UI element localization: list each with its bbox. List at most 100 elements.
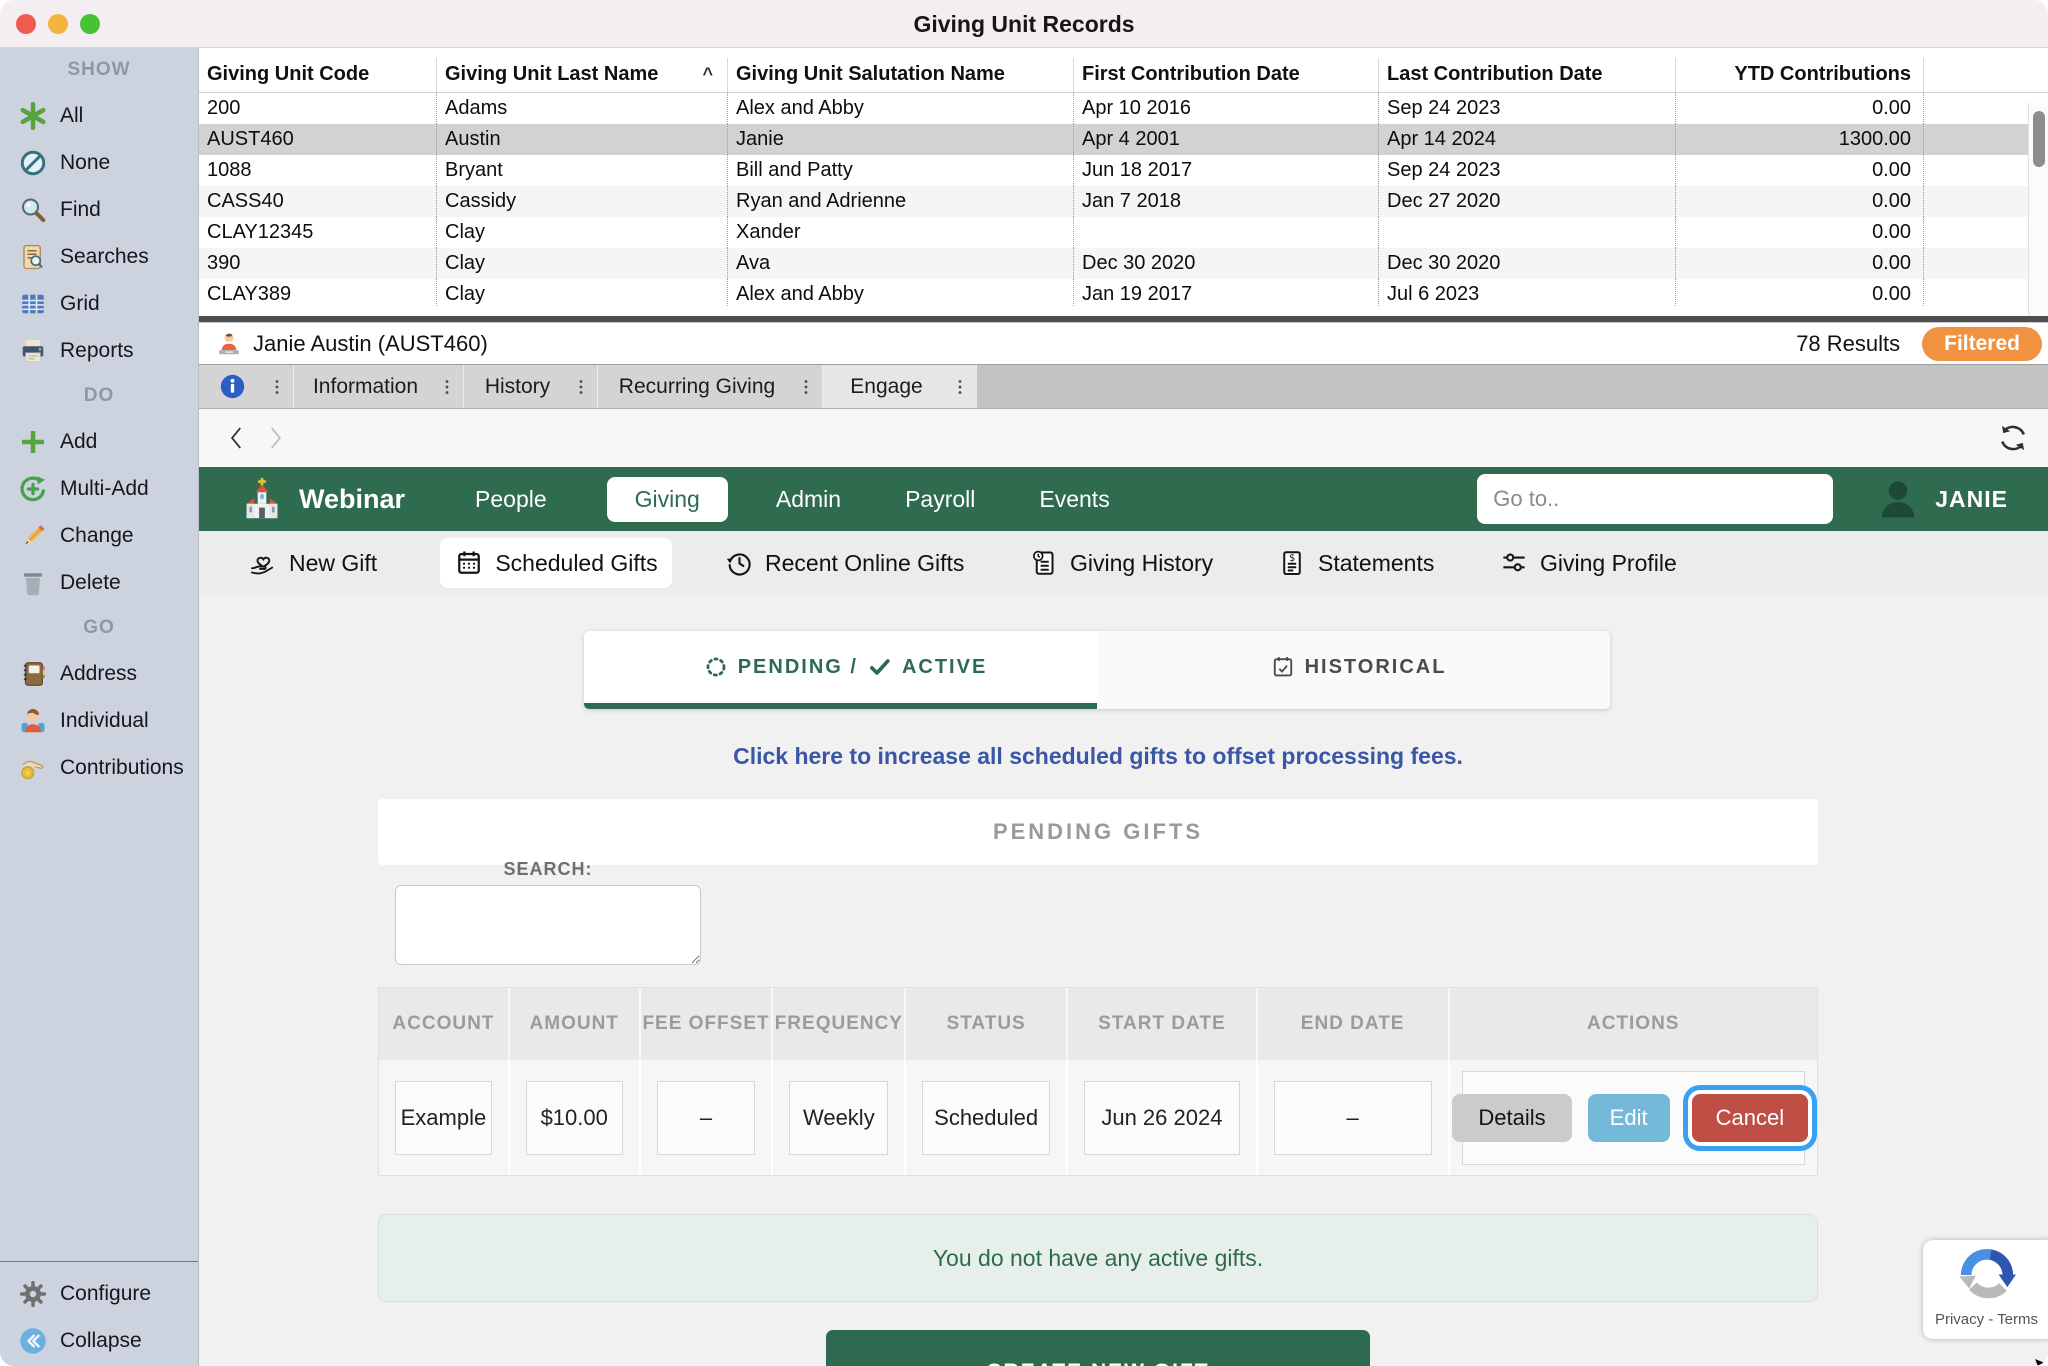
gift-status: Scheduled bbox=[922, 1081, 1050, 1155]
nav-item-admin[interactable]: Admin bbox=[772, 477, 845, 522]
search-input[interactable] bbox=[395, 885, 701, 965]
nav-item-people[interactable]: People bbox=[471, 477, 551, 522]
address-book-icon bbox=[18, 659, 48, 689]
sidebar-item-multi-add[interactable]: Multi-Add bbox=[0, 465, 198, 512]
plus-icon bbox=[18, 427, 48, 457]
tab-pending-active[interactable]: PENDING / ACTIVE bbox=[584, 631, 1097, 709]
sidebar: SHOW All None Find Searches Grid Reports… bbox=[0, 48, 199, 1366]
sidebar-item-delete[interactable]: Delete bbox=[0, 559, 198, 606]
goto-input[interactable] bbox=[1477, 474, 1833, 524]
table-row[interactable]: 390ClayAvaDec 30 2020Dec 30 20200.00 bbox=[199, 248, 2048, 279]
scrollbar-thumb[interactable] bbox=[2033, 111, 2045, 167]
column-header-fee-offset: FEE OFFSET bbox=[641, 988, 774, 1060]
tab-historical[interactable]: HISTORICAL bbox=[1097, 631, 1610, 709]
create-new-gift-button[interactable]: CREATE NEW GIFT bbox=[826, 1330, 1370, 1366]
subnav-scheduled-gifts[interactable]: Scheduled Gifts bbox=[440, 538, 672, 588]
subnav-recent-online-gifts[interactable]: Recent Online Gifts bbox=[724, 531, 964, 595]
sidebar-item-change[interactable]: Change bbox=[0, 512, 198, 559]
avatar[interactable] bbox=[1875, 476, 1921, 522]
recaptcha-badge[interactable]: Privacy - Terms bbox=[1923, 1240, 2048, 1339]
table-row-selected[interactable]: AUST460AustinJanieApr 4 2001Apr 14 20241… bbox=[199, 124, 2048, 155]
window-titlebar: Giving Unit Records bbox=[0, 0, 2048, 48]
sidebar-item-searches[interactable]: Searches bbox=[0, 233, 198, 280]
gift-fee-offset: – bbox=[657, 1081, 756, 1155]
kebab-menu-icon[interactable] bbox=[571, 375, 591, 399]
vertical-scrollbar[interactable] bbox=[2028, 103, 2048, 316]
records-rows: 200AdamsAlex and AbbyApr 10 2016Sep 24 2… bbox=[199, 93, 2048, 306]
tab-information[interactable]: Information bbox=[294, 365, 464, 408]
subnav-statements[interactable]: Statements bbox=[1277, 531, 1434, 595]
kebab-menu-icon[interactable] bbox=[437, 375, 457, 399]
sidebar-section-do: DO bbox=[0, 374, 198, 418]
tabbar-filler bbox=[977, 365, 2048, 408]
sidebar-item-reports[interactable]: Reports bbox=[0, 327, 198, 374]
tab-info[interactable] bbox=[199, 365, 294, 408]
mouse-cursor-icon bbox=[2035, 1359, 2048, 1366]
sidebar-item-contributions[interactable]: Contributions bbox=[0, 744, 198, 791]
tab-recurring-giving[interactable]: Recurring Giving bbox=[598, 365, 823, 408]
kebab-menu-icon[interactable] bbox=[267, 375, 287, 399]
table-row[interactable]: 1088BryantBill and PattyJun 18 2017Sep 2… bbox=[199, 155, 2048, 186]
gift-start-date: Jun 26 2024 bbox=[1084, 1081, 1240, 1155]
kebab-menu-icon[interactable] bbox=[796, 375, 816, 399]
sidebar-item-individual[interactable]: Individual bbox=[0, 697, 198, 744]
nav-item-payroll[interactable]: Payroll bbox=[901, 477, 979, 522]
details-button[interactable]: Details bbox=[1452, 1094, 1571, 1142]
fee-offset-link[interactable]: Click here to increase all scheduled gif… bbox=[378, 743, 1818, 770]
edit-button[interactable]: Edit bbox=[1588, 1094, 1670, 1142]
tab-engage[interactable]: Engage bbox=[823, 365, 977, 408]
subnav-giving-profile[interactable]: Giving Profile bbox=[1499, 531, 1677, 595]
kebab-menu-icon[interactable] bbox=[950, 375, 970, 399]
sidebar-item-all[interactable]: All bbox=[0, 92, 198, 139]
table-row[interactable]: CLAY12345ClayXander0.00 bbox=[199, 217, 2048, 248]
column-header-first-date[interactable]: First Contribution Date bbox=[1073, 58, 1378, 92]
sidebar-item-none[interactable]: None bbox=[0, 139, 198, 186]
back-icon[interactable] bbox=[223, 424, 251, 452]
multi-add-icon bbox=[18, 474, 48, 504]
table-row[interactable]: CASS40CassidyRyan and AdrienneJan 7 2018… bbox=[199, 186, 2048, 217]
gear-icon bbox=[18, 1279, 48, 1309]
gifts-header-row: ACCOUNT AMOUNT FEE OFFSET FREQUENCY STAT… bbox=[379, 988, 1817, 1060]
column-header-end-date: END DATE bbox=[1258, 988, 1450, 1060]
nav-item-events[interactable]: Events bbox=[1035, 477, 1113, 522]
column-header-code[interactable]: Giving Unit Code bbox=[199, 58, 436, 92]
sidebar-item-find[interactable]: Find bbox=[0, 186, 198, 233]
column-header-salutation[interactable]: Giving Unit Salutation Name bbox=[727, 58, 1073, 92]
subnav-giving-history[interactable]: Giving History bbox=[1029, 531, 1213, 595]
gift-actions: Details Edit Cancel bbox=[1462, 1071, 1805, 1165]
column-header-last-date[interactable]: Last Contribution Date bbox=[1378, 58, 1675, 92]
sidebar-item-configure[interactable]: Configure bbox=[0, 1270, 198, 1317]
sidebar-item-address[interactable]: Address bbox=[0, 650, 198, 697]
forward-icon[interactable] bbox=[261, 424, 289, 452]
sort-caret-icon: ^ bbox=[702, 58, 713, 92]
column-header-filler bbox=[1923, 58, 2048, 92]
collapse-icon bbox=[18, 1326, 48, 1356]
sidebar-item-add[interactable]: Add bbox=[0, 418, 198, 465]
sidebar-section-go: GO bbox=[0, 606, 198, 650]
filtered-badge[interactable]: Filtered bbox=[1922, 327, 2042, 361]
selected-record-bar: Janie Austin (AUST460) 78 Results Filter… bbox=[199, 322, 2048, 364]
cancel-button[interactable]: Cancel bbox=[1692, 1094, 1808, 1142]
giving-subnav: New Gift Scheduled Gifts Recent Online G… bbox=[199, 531, 2048, 595]
sliders-icon bbox=[1499, 548, 1529, 578]
calendar-icon bbox=[454, 548, 484, 578]
tab-history[interactable]: History bbox=[464, 365, 598, 408]
subnav-new-gift[interactable]: New Gift bbox=[248, 531, 377, 595]
refresh-icon[interactable] bbox=[1996, 421, 2030, 455]
column-header-last-name[interactable]: Giving Unit Last Name^ bbox=[436, 58, 727, 92]
page-content: PENDING / ACTIVE HISTORICAL Click here t… bbox=[199, 595, 2048, 1366]
none-icon bbox=[18, 148, 48, 178]
horizontal-scrollbar[interactable] bbox=[199, 316, 2048, 322]
recaptcha-label[interactable]: Privacy - Terms bbox=[1923, 1311, 2048, 1328]
username[interactable]: JANIE bbox=[1935, 486, 2008, 513]
sidebar-footer: Configure Collapse bbox=[0, 1261, 198, 1366]
grid-icon bbox=[18, 289, 48, 319]
column-header-ytd[interactable]: YTD Contributions bbox=[1675, 58, 1923, 92]
brand-name[interactable]: Webinar bbox=[299, 484, 405, 515]
sidebar-item-grid[interactable]: Grid bbox=[0, 280, 198, 327]
sidebar-item-collapse[interactable]: Collapse bbox=[0, 1317, 198, 1364]
table-row[interactable]: 200AdamsAlex and AbbyApr 10 2016Sep 24 2… bbox=[199, 93, 2048, 124]
results-count: 78 Results bbox=[1796, 331, 1900, 357]
nav-item-giving[interactable]: Giving bbox=[607, 477, 728, 522]
table-row[interactable]: CLAY389ClayAlex and AbbyJan 19 2017Jul 6… bbox=[199, 279, 2048, 306]
